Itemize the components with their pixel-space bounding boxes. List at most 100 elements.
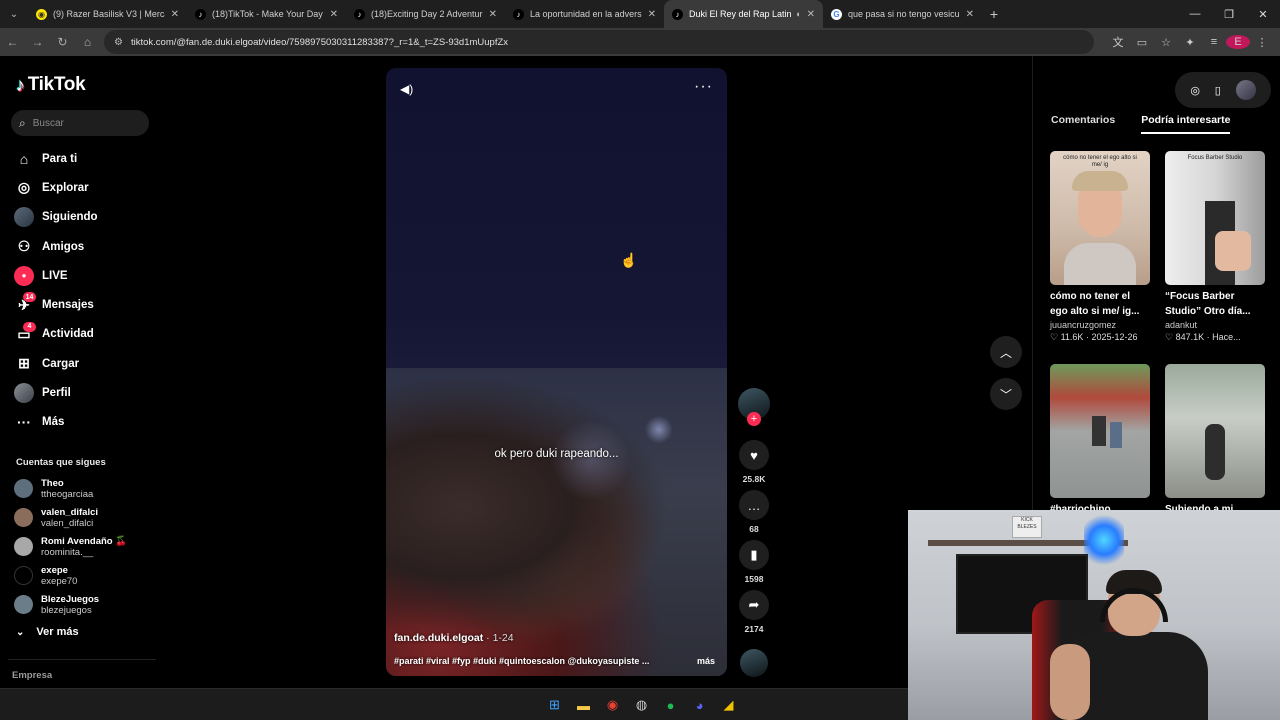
sidebar-item-mas[interactable]: ··· Más: [14, 408, 154, 437]
tab-podria-interesarte[interactable]: Podría interesarte: [1141, 114, 1231, 134]
tab-title: (9) Razer Basilisk V3 | Mercado Libre: [53, 9, 165, 19]
video-player[interactable]: ◀) ··· ok pero duki rapeando... fan.de.d…: [386, 68, 727, 676]
avatar: [14, 479, 33, 498]
browser-tab[interactable]: ♪ (18)Exciting Day 2 Adventures with ✕: [346, 0, 505, 28]
forward-icon[interactable]: →: [25, 28, 50, 56]
sidebar-item-explorar[interactable]: ◎ Explorar: [14, 173, 154, 202]
tab-audio-icon[interactable]: ◖: [795, 9, 800, 19]
search-input[interactable]: ⌕ Buscar: [11, 110, 149, 136]
share-action[interactable]: ➦ 2174: [736, 590, 772, 634]
explore-icon[interactable]: ◎: [1190, 84, 1200, 97]
live-icon: ●: [14, 265, 34, 286]
file-explorer-icon[interactable]: ▬: [569, 694, 598, 716]
volume-icon[interactable]: ◀): [400, 82, 413, 96]
video-author[interactable]: fan.de.duki.elgoat · 1-24: [394, 632, 514, 644]
comment-icon[interactable]: …: [739, 490, 769, 520]
following-account[interactable]: Romi Avendaño 🍒 roominita.__: [14, 532, 154, 561]
following-account[interactable]: Theo ttheogarciaa: [14, 474, 154, 503]
music-disc-icon[interactable]: [740, 649, 768, 677]
sidebar-item-siguiendo[interactable]: Siguiendo: [14, 203, 154, 232]
device-icon[interactable]: ▯: [1215, 84, 1221, 97]
restore-icon[interactable]: ❐: [1212, 0, 1246, 28]
spotify-icon[interactable]: ●: [656, 694, 685, 716]
search-placeholder: Buscar: [32, 117, 64, 129]
tiktok-logo[interactable]: ♪ TikTok: [16, 74, 86, 96]
new-tab-button[interactable]: +: [982, 0, 1006, 28]
tab-title: que pasa si no tengo vesicula: [848, 9, 960, 19]
google-favicon: G: [831, 8, 842, 20]
video-date: · 1-24: [483, 632, 514, 644]
app-icon[interactable]: ◢: [714, 694, 743, 716]
company-link[interactable]: Empresa: [12, 670, 52, 681]
sidebar-item-para-ti[interactable]: ⌂ Para ti: [14, 144, 154, 173]
home-icon[interactable]: ⌂: [75, 28, 100, 56]
sidebar-item-actividad[interactable]: ▭ 4 Actividad: [14, 320, 154, 349]
media-control-icon[interactable]: ≡: [1202, 36, 1226, 48]
see-more-button[interactable]: ⌄ Ver más: [16, 626, 79, 638]
next-video-button[interactable]: ﹀: [990, 378, 1022, 410]
avatar[interactable]: [1235, 80, 1256, 100]
save-action[interactable]: ▮ 1598: [736, 540, 772, 584]
profile-button[interactable]: E: [1226, 35, 1250, 49]
following-account[interactable]: BlezeJuegos blezejuegos: [14, 590, 154, 619]
cast-icon[interactable]: ▭: [1130, 36, 1154, 49]
reload-icon[interactable]: ↻: [50, 28, 75, 56]
browser-tab-active[interactable]: ♪ Duki El Rey del Rap Latino ◖ ✕: [664, 0, 823, 28]
tab-close-icon[interactable]: ✕: [807, 9, 815, 20]
tab-comentarios[interactable]: Comentarios: [1051, 114, 1115, 134]
description-more-button[interactable]: más: [697, 656, 715, 666]
obs-icon[interactable]: ◍: [627, 694, 656, 716]
back-icon[interactable]: ←: [0, 28, 25, 56]
card-date: Hace...: [1212, 332, 1241, 342]
tab-close-icon[interactable]: ✕: [489, 9, 497, 20]
discord-icon[interactable]: ◕: [685, 694, 714, 716]
video-thumbnail: cómo no tener el ego alto si me/ ig: [1050, 151, 1150, 285]
sidebar-item-live[interactable]: ● LIVE: [14, 261, 154, 290]
previous-video-button[interactable]: ︿: [990, 336, 1022, 368]
tab-close-icon[interactable]: ✕: [330, 9, 338, 20]
like-action[interactable]: ♥ 25.8K: [736, 440, 772, 484]
minimize-icon[interactable]: —: [1178, 0, 1212, 28]
recommended-video-card[interactable]: Subiendo a mi: [1165, 364, 1265, 532]
card-date: 2025-12-26: [1091, 332, 1138, 342]
tab-search-icon[interactable]: ⌄: [0, 0, 28, 28]
comment-action[interactable]: … 68: [736, 490, 772, 534]
tab-close-icon[interactable]: ✕: [171, 9, 179, 20]
following-account[interactable]: valen_difalci valen_difalci: [14, 503, 154, 532]
browser-tab[interactable]: ◉ (9) Razer Basilisk V3 | Mercado Libre …: [28, 0, 187, 28]
sidebar-item-mensajes[interactable]: ✈ 14 Mensajes: [14, 290, 154, 319]
bookmark-icon[interactable]: ▮: [739, 540, 769, 570]
recommended-video-card[interactable]: #barriochino: [1050, 364, 1150, 532]
sidebar-item-cargar[interactable]: ⊞ Cargar: [14, 349, 154, 378]
close-window-icon[interactable]: ✕: [1246, 0, 1280, 28]
site-info-icon[interactable]: ⚙: [114, 37, 123, 48]
extensions-icon[interactable]: ✦: [1178, 36, 1202, 49]
browser-tab[interactable]: G que pasa si no tengo vesicula ✕: [823, 0, 982, 28]
share-icon[interactable]: ➦: [739, 590, 769, 620]
bookmark-star-icon[interactable]: ☆: [1154, 36, 1178, 49]
sidebar-item-amigos[interactable]: ⚇ Amigos: [14, 232, 154, 261]
chrome-icon[interactable]: ◉: [598, 694, 627, 716]
address-bar[interactable]: ⚙ tiktok.com/@fan.de.duki.elgoat/video/7…: [104, 30, 1094, 54]
streamer: [1050, 570, 1208, 720]
recommended-video-card[interactable]: Focus Barber Studio “Focus Barber Studio…: [1165, 151, 1265, 343]
recommended-video-card[interactable]: cómo no tener el ego alto si me/ ig cómo…: [1050, 151, 1150, 343]
video-thumbnail: [1165, 364, 1265, 498]
heart-icon[interactable]: ♥: [739, 440, 769, 470]
follow-plus-icon[interactable]: +: [747, 412, 761, 426]
tab-close-icon[interactable]: ✕: [966, 9, 974, 20]
sidebar: ♪ TikTok ⌕ Buscar ⌂ Para ti ◎ Explorar S…: [0, 56, 160, 688]
browser-tab[interactable]: ♪ (18)TikTok - Make Your Day ✕: [187, 0, 346, 28]
following-account[interactable]: exepe exepe70: [14, 561, 154, 590]
translate-icon[interactable]: 文: [1106, 34, 1130, 50]
browser-menu-icon[interactable]: ⋮: [1250, 36, 1274, 49]
author-name: fan.de.duki.elgoat: [394, 632, 484, 644]
sidebar-item-perfil[interactable]: Perfil: [14, 378, 154, 407]
tab-close-icon[interactable]: ✕: [648, 9, 656, 20]
webcam-overlay: KICK BLEZES: [908, 510, 1280, 720]
browser-tab[interactable]: ♪ La oportunidad en la adversidad ✕: [505, 0, 664, 28]
windows-start-icon[interactable]: ⊞: [540, 694, 569, 716]
creator-avatar[interactable]: +: [738, 388, 770, 426]
panel-tabs: Comentarios Podría interesarte: [1051, 114, 1273, 134]
more-options-icon[interactable]: ···: [694, 78, 713, 96]
